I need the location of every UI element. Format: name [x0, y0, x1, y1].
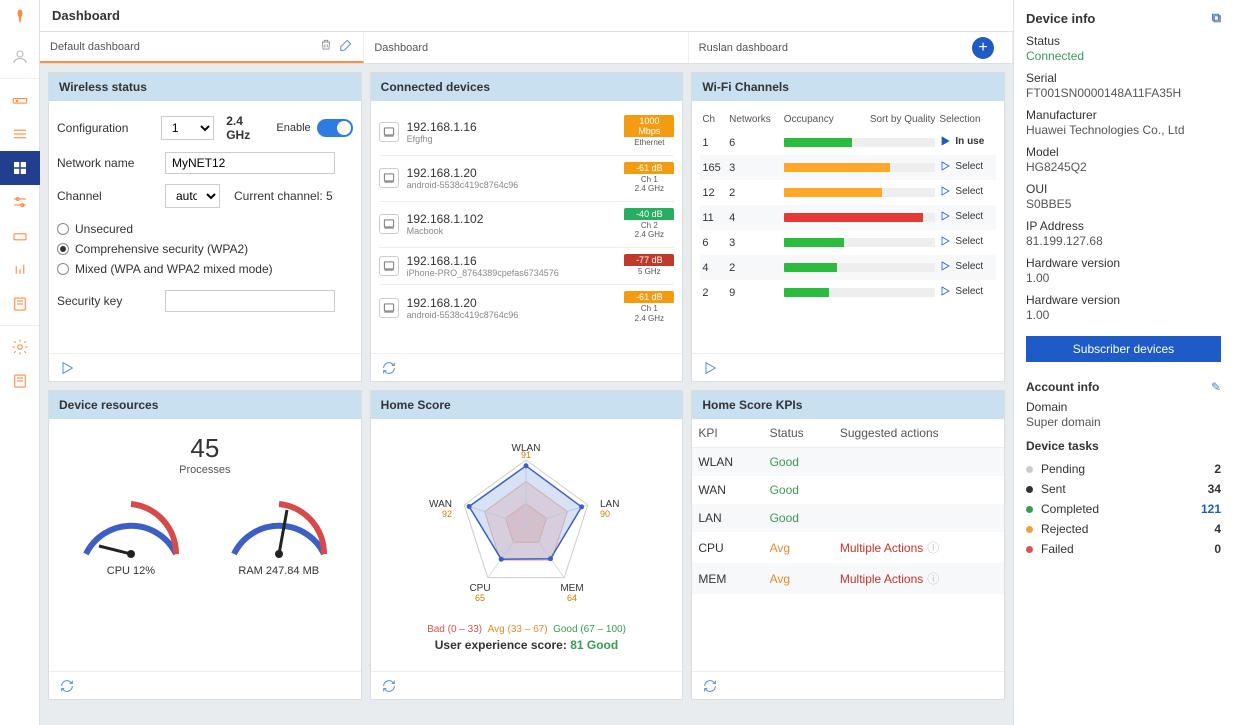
device-row[interactable]: 192.168.1.20android-5538c419c8764c96 -61… — [379, 156, 675, 202]
tab-ruslan[interactable]: Ruslan dashboard + — [689, 32, 1013, 63]
edit-icon[interactable]: ✎ — [1211, 380, 1221, 394]
rail-settings-icon[interactable] — [0, 330, 40, 364]
svg-text:64: 64 — [567, 593, 577, 603]
select-channel-button[interactable]: Select — [939, 160, 983, 172]
svg-text:90: 90 — [600, 509, 610, 519]
security-wpa2[interactable]: Comprehensive security (WPA2) — [57, 239, 353, 259]
device-icon — [379, 298, 399, 318]
enable-toggle[interactable] — [317, 119, 353, 137]
svg-text:65: 65 — [475, 593, 485, 603]
kpi-row: WANGood — [692, 476, 1004, 504]
select-channel-button[interactable]: In use — [939, 135, 984, 147]
rail-item-5[interactable] — [0, 219, 40, 253]
rail-item-7[interactable] — [0, 287, 40, 321]
select-channel-button[interactable]: Select — [939, 235, 983, 247]
wifi-row: 63 Select — [700, 230, 996, 255]
config-select[interactable]: 1 — [161, 116, 214, 140]
kpi-action[interactable]: Multiple Actions — [840, 572, 923, 586]
task-row[interactable]: Completed121 — [1026, 499, 1221, 519]
radar-chart: WLAN91 LAN90 MEM64 CPU65 WAN92 — [416, 427, 636, 617]
kpi-row: MEMAvgMultiple Actionsⓘ — [692, 563, 1004, 594]
security-key-input[interactable] — [165, 290, 335, 312]
security-unsecured[interactable]: Unsecured — [57, 219, 353, 239]
subscriber-devices-button[interactable]: Subscriber devices — [1026, 336, 1221, 362]
delete-icon[interactable] — [319, 38, 333, 55]
network-name-input[interactable] — [165, 152, 335, 174]
status-dot-icon — [1026, 506, 1033, 513]
tab-default[interactable]: Default dashboard — [40, 32, 364, 63]
gauge-cpu: CPU 12% — [71, 484, 191, 577]
wifi-row: 42 Select — [700, 255, 996, 280]
panel-devices: Connected devices 192.168.1.16Efgfhg 100… — [370, 72, 684, 382]
task-row[interactable]: Failed0 — [1026, 539, 1221, 559]
kpi-row: CPUAvgMultiple Actionsⓘ — [692, 532, 1004, 563]
refresh-icon[interactable] — [381, 678, 397, 694]
security-mixed[interactable]: Mixed (WPA and WPA2 mixed mode) — [57, 259, 353, 279]
refresh-icon[interactable] — [59, 678, 75, 694]
kpi-row: WLANGood — [692, 448, 1004, 477]
device-info-sidebar: Device info⧉ StatusConnected SerialFT001… — [1013, 0, 1233, 725]
gauge-ram: RAM 247.84 MB — [219, 484, 339, 577]
panel-wireless: Wireless status Configuration 1 2.4 GHz … — [48, 72, 362, 382]
task-row[interactable]: Rejected4 — [1026, 519, 1221, 539]
panel-kpi: Home Score KPIs KPI Status Suggested act… — [691, 390, 1005, 700]
play-icon[interactable] — [702, 360, 718, 376]
device-icon — [379, 122, 399, 142]
status-dot-icon — [1026, 526, 1033, 533]
info-icon[interactable]: ⓘ — [927, 572, 939, 586]
wifi-row: 114 Select — [700, 205, 996, 230]
device-icon — [379, 214, 399, 234]
rail-item-6[interactable] — [0, 253, 40, 287]
wifi-row: 1653 Select — [700, 155, 996, 180]
refresh-icon[interactable] — [381, 360, 397, 376]
select-channel-button[interactable]: Select — [939, 260, 983, 272]
svg-text:91: 91 — [521, 450, 531, 460]
wifi-row: 29 Select — [700, 280, 996, 305]
sort-by-quality[interactable]: Sort by Quality — [850, 109, 938, 130]
rail-item-2[interactable] — [0, 117, 40, 151]
task-row[interactable]: Sent34 — [1026, 479, 1221, 499]
select-channel-button[interactable]: Select — [939, 185, 983, 197]
nav-rail — [0, 0, 40, 725]
page-title: Dashboard — [52, 8, 120, 23]
refresh-icon[interactable] — [702, 678, 718, 694]
info-icon[interactable]: ⓘ — [927, 541, 939, 555]
rail-user-icon[interactable] — [0, 40, 40, 74]
panel-wifi: Wi-Fi Channels Ch Networks Occupancy Sor… — [691, 72, 1005, 382]
wifi-row: 122 Select — [700, 180, 996, 205]
rail-item-1[interactable] — [0, 83, 40, 117]
play-icon[interactable] — [59, 360, 75, 376]
expand-icon[interactable]: ⧉ — [1212, 10, 1221, 26]
tab-dashboard[interactable]: Dashboard — [364, 32, 688, 63]
device-row[interactable]: 192.168.1.102Macbook -40 dBCh 22.4 GHz — [379, 202, 675, 248]
select-channel-button[interactable]: Select — [939, 285, 983, 297]
add-tab-button[interactable]: + — [972, 37, 994, 59]
status-dot-icon — [1026, 466, 1033, 473]
rail-item-4[interactable] — [0, 185, 40, 219]
status-dot-icon — [1026, 486, 1033, 493]
status-dot-icon — [1026, 546, 1033, 553]
edit-icon[interactable] — [339, 38, 353, 55]
rail-item-dashboard[interactable] — [0, 151, 40, 185]
panel-homescore: Home Score — [370, 390, 684, 700]
channel-select[interactable]: auto — [165, 184, 220, 208]
logo-icon — [10, 8, 30, 28]
device-icon — [379, 256, 399, 276]
task-row[interactable]: Pending2 — [1026, 459, 1221, 479]
rail-item-9[interactable] — [0, 364, 40, 398]
kpi-action[interactable]: Multiple Actions — [840, 541, 923, 555]
wifi-row: 16 In use — [700, 130, 996, 155]
device-row[interactable]: 192.168.1.16Efgfhg 1000MbpsEthernet — [379, 109, 675, 156]
device-row[interactable]: 192.168.1.16iPhone-PRO_8764389cpefas6734… — [379, 248, 675, 285]
dashboard-tabs: Default dashboard Dashboard Ruslan dashb… — [40, 32, 1013, 64]
device-icon — [379, 168, 399, 188]
device-row[interactable]: 192.168.1.20android-5538c419c8764c96 -61… — [379, 285, 675, 330]
select-channel-button[interactable]: Select — [939, 210, 983, 222]
svg-text:92: 92 — [442, 509, 452, 519]
panel-title: Wireless status — [49, 73, 361, 101]
panel-resources: Device resources 45 Processes CPU 12% — [48, 390, 362, 700]
kpi-row: LANGood — [692, 504, 1004, 532]
